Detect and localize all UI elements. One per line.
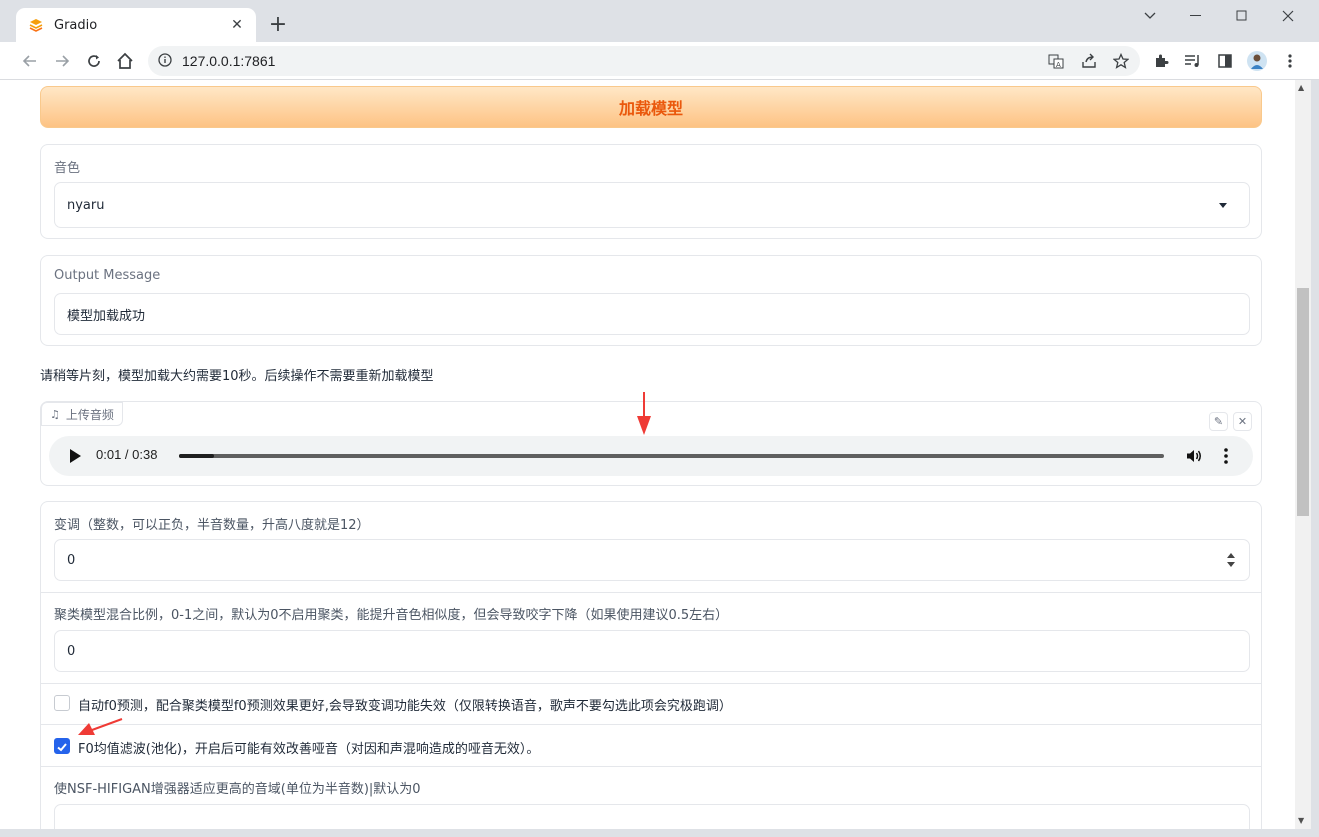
audio-upload-label: ♫ 上传音频: [41, 402, 123, 426]
voice-value: nyaru: [67, 197, 105, 213]
scrollbar-thumb[interactable]: [1297, 288, 1309, 516]
auto-f0-checkbox[interactable]: [54, 695, 70, 711]
output-message-value: 模型加载成功: [67, 308, 146, 324]
extensions-puzzle-icon[interactable]: [1147, 47, 1175, 75]
voice-label: 音色: [54, 161, 81, 176]
forward-arrow-icon[interactable]: [48, 47, 76, 75]
f0-filter-checkbox[interactable]: [54, 738, 70, 754]
audio-time: 0:01 / 0:38: [96, 447, 158, 462]
browser-tab[interactable]: Gradio ✕: [16, 8, 256, 42]
cluster-ratio-value: 0: [67, 643, 76, 659]
cluster-ratio-label: 聚类模型混合比例，0-1之间，默认为0不启用聚类，能提升音色相似度，但会导致咬字…: [54, 608, 729, 623]
volume-icon[interactable]: [1185, 447, 1203, 465]
transpose-value: 0: [67, 552, 76, 568]
page-viewport: 加载模型 音色 nyaru Output Message 模型加载成功 请稍等片…: [0, 80, 1295, 837]
clear-close-icon[interactable]: ✕: [1233, 412, 1252, 431]
share-icon[interactable]: [1075, 47, 1103, 75]
window-frame-right: [1311, 80, 1319, 837]
checkmark-icon: [57, 743, 67, 752]
annotation-arrow-down-icon: [637, 392, 651, 435]
divider: [41, 683, 1261, 684]
address-bar[interactable]: 127.0.0.1:7861: [148, 46, 1140, 76]
browser-menu-icon[interactable]: [1276, 47, 1304, 75]
audio-more-options-icon[interactable]: [1223, 447, 1229, 465]
audio-player[interactable]: 0:01 / 0:38: [49, 436, 1253, 476]
audio-progress-track[interactable]: [179, 454, 1164, 458]
f0-filter-label: F0均值滤波(池化)，开启后可能有效改善哑音（对因和声混响造成的哑音无效）。: [78, 742, 540, 757]
auto-f0-label: 自动f0预测，配合聚类模型f0预测效果更好,会导致变调功能失效（仅限转换语音，歌…: [78, 699, 732, 714]
output-message-block: Output Message 模型加载成功: [40, 255, 1262, 346]
load-model-button[interactable]: 加载模型: [40, 86, 1262, 128]
page-scrollbar[interactable]: ▲ ▼: [1295, 80, 1311, 829]
loading-info-text: 请稍等片刻，模型加载大约需要10秒。后续操作不需要重新加载模型: [40, 369, 434, 384]
window-frame-bottom: [0, 829, 1319, 837]
svg-text:A: A: [1056, 61, 1061, 69]
back-arrow-icon[interactable]: [16, 47, 44, 75]
close-window-icon[interactable]: [1265, 0, 1311, 32]
dropdown-caret-icon: [1219, 203, 1227, 208]
scroll-up-arrow-icon[interactable]: ▲: [1298, 83, 1304, 92]
annotation-arrow-left-icon: [78, 718, 123, 735]
output-message-label: Output Message: [54, 268, 161, 283]
cluster-ratio-input[interactable]: 0: [54, 630, 1250, 672]
number-stepper-icon[interactable]: [1225, 550, 1237, 570]
profile-avatar[interactable]: [1243, 47, 1271, 75]
reload-icon[interactable]: [80, 47, 108, 75]
audio-progress-fill: [179, 454, 215, 458]
transpose-input[interactable]: 0: [54, 539, 1250, 581]
output-message-textbox[interactable]: 模型加载成功: [54, 293, 1250, 335]
enhancer-range-label: 使NSF-HIFIGAN增强器适应更高的音域(单位为半音数)|默认为0: [54, 782, 421, 797]
edit-pencil-icon[interactable]: ✎: [1209, 412, 1228, 431]
media-queue-icon[interactable]: [1179, 47, 1207, 75]
transpose-label: 变调（整数，可以正负，半音数量，升高八度就是12）: [54, 518, 370, 533]
url-text: 127.0.0.1:7861: [182, 53, 276, 69]
site-info-icon[interactable]: [158, 52, 172, 71]
bookmark-star-icon[interactable]: [1107, 47, 1135, 75]
minimize-icon[interactable]: [1173, 0, 1219, 32]
voice-block: 音色 nyaru: [40, 144, 1262, 239]
new-tab-icon[interactable]: +: [266, 13, 290, 37]
home-icon[interactable]: [111, 47, 139, 75]
divider: [41, 724, 1261, 725]
tab-close-icon[interactable]: ✕: [228, 16, 246, 34]
tab-search-chevron-icon[interactable]: [1127, 0, 1173, 32]
tab-title: Gradio: [54, 17, 98, 33]
gradio-favicon-icon: [28, 17, 44, 33]
browser-titlebar: Gradio ✕ +: [0, 0, 1319, 42]
scroll-down-arrow-icon[interactable]: ▼: [1298, 816, 1304, 825]
browser-toolbar: 127.0.0.1:7861 A: [0, 42, 1319, 80]
voice-dropdown[interactable]: nyaru: [54, 182, 1250, 228]
play-icon[interactable]: [70, 449, 81, 463]
music-note-icon: ♫: [50, 407, 60, 421]
maximize-icon[interactable]: [1219, 0, 1265, 32]
divider: [41, 592, 1261, 593]
parameters-block: 变调（整数，可以正负，半音数量，升高八度就是12） 0 聚类模型混合比例，0-1…: [40, 501, 1262, 837]
translate-icon[interactable]: A: [1042, 47, 1070, 75]
divider: [41, 766, 1261, 767]
audio-upload-label-text: 上传音频: [65, 407, 114, 422]
side-panel-icon[interactable]: [1211, 47, 1239, 75]
